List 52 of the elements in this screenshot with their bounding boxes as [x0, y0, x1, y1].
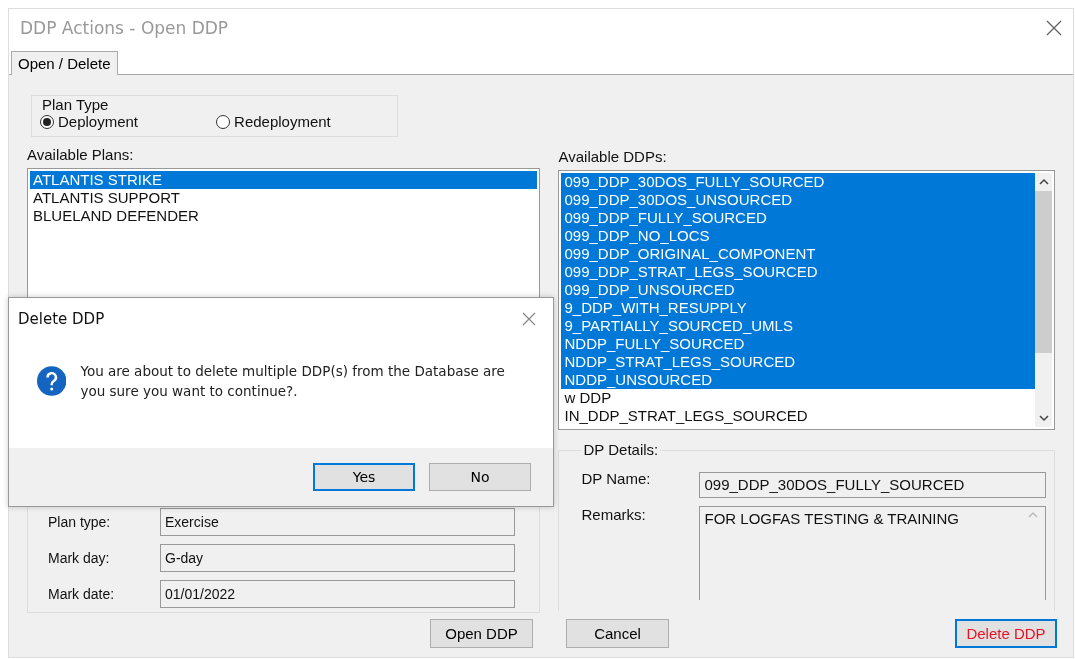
text-field[interactable]: 099_DDP_30DOS_FULLY_SOURCED: [699, 472, 1046, 498]
list-label: Available DDPs:: [558, 148, 668, 165]
field-label: Mark day:: [48, 550, 111, 566]
group-title: DP Details:: [581, 441, 661, 458]
dialog-button[interactable]: Yes: [313, 463, 415, 491]
field-label: DP Name:: [580, 469, 652, 487]
radio-button[interactable]: [40, 114, 54, 129]
list-item[interactable]: 099_DDP_30DOS_UNSOURCED: [561, 191, 1035, 209]
scrollbar[interactable]: [1035, 173, 1052, 427]
scroll-up-icon[interactable]: [1037, 177, 1050, 187]
action-button[interactable]: Open DDP: [430, 619, 533, 648]
close-icon[interactable]: [521, 311, 537, 327]
list-item[interactable]: NDDP_UNSOURCED: [561, 371, 1035, 389]
text-field[interactable]: G-day: [160, 544, 516, 572]
list-item[interactable]: IN_DDP_STRAT_LEGS_SOURCED: [561, 407, 1035, 425]
field-label: Mark date:: [48, 586, 116, 602]
text-field[interactable]: 01/01/2022: [160, 580, 516, 608]
dialog-message: You are about to delete multiple DDP(s) from the Database are you sure you want to continue?.: [80, 362, 506, 401]
list-item[interactable]: 099_DDP_STRAT_LEGS_SOURCED: [561, 263, 1035, 281]
list-item[interactable]: 099_DDP_ORIGINAL_COMPONENT: [561, 245, 1035, 263]
list-item[interactable]: NDDP_FULLY_SOURCED: [561, 335, 1035, 353]
close-icon[interactable]: [1045, 19, 1063, 37]
field-label: Remarks:: [580, 506, 647, 523]
radio-option[interactable]: Deployment: [40, 113, 139, 130]
radio-label: Redeployment: [234, 113, 331, 130]
list-item[interactable]: 9_DDP_WITH_RESUPPLY: [561, 299, 1035, 317]
dialog-button[interactable]: No: [429, 463, 531, 491]
list-item[interactable]: 099_DDP_NO_LOCS: [561, 227, 1035, 245]
remarks-field[interactable]: FOR LOGFAS TESTING & TRAINING: [699, 506, 1046, 600]
group-title: Plan Type: [40, 96, 111, 113]
window-title: DDP Actions - Open DDP: [20, 18, 229, 38]
list-item[interactable]: 099_DDP_UNSOURCED: [561, 281, 1035, 299]
list-item[interactable]: 9_PARTIALLY_SOURCED_UMLS: [561, 317, 1035, 335]
list-item[interactable]: ATLANTIS SUPPORT: [30, 189, 538, 207]
action-button[interactable]: Cancel: [566, 619, 669, 648]
radio-label: Deployment: [58, 113, 139, 130]
radio-button[interactable]: [216, 114, 231, 129]
scroll-down-icon[interactable]: [1037, 413, 1050, 423]
list-label: Available Plans:: [27, 146, 135, 163]
text-field[interactable]: Exercise: [160, 508, 516, 536]
list-item[interactable]: NDDP_STRAT_LEGS_SOURCED: [561, 353, 1035, 371]
list-item[interactable]: w DDP: [561, 389, 1035, 407]
tab[interactable]: Open / Delete: [11, 51, 118, 75]
radio-option[interactable]: Redeployment: [216, 113, 331, 130]
scrollbar-thumb[interactable]: [1035, 191, 1052, 353]
list-item[interactable]: 099_DDP_30DOS_FULLY_SOURCED: [561, 173, 1035, 191]
list-item[interactable]: ATLANTIS STRIKE: [30, 171, 538, 189]
field-label: Plan type:: [48, 514, 112, 530]
list-item[interactable]: BLUELAND DEFENDER: [30, 207, 538, 225]
list-item[interactable]: 099_DDP_FULLY_SOURCED: [561, 209, 1035, 227]
dialog-title: Delete DDP: [18, 310, 105, 328]
delete-button[interactable]: Delete DDP: [955, 619, 1057, 648]
